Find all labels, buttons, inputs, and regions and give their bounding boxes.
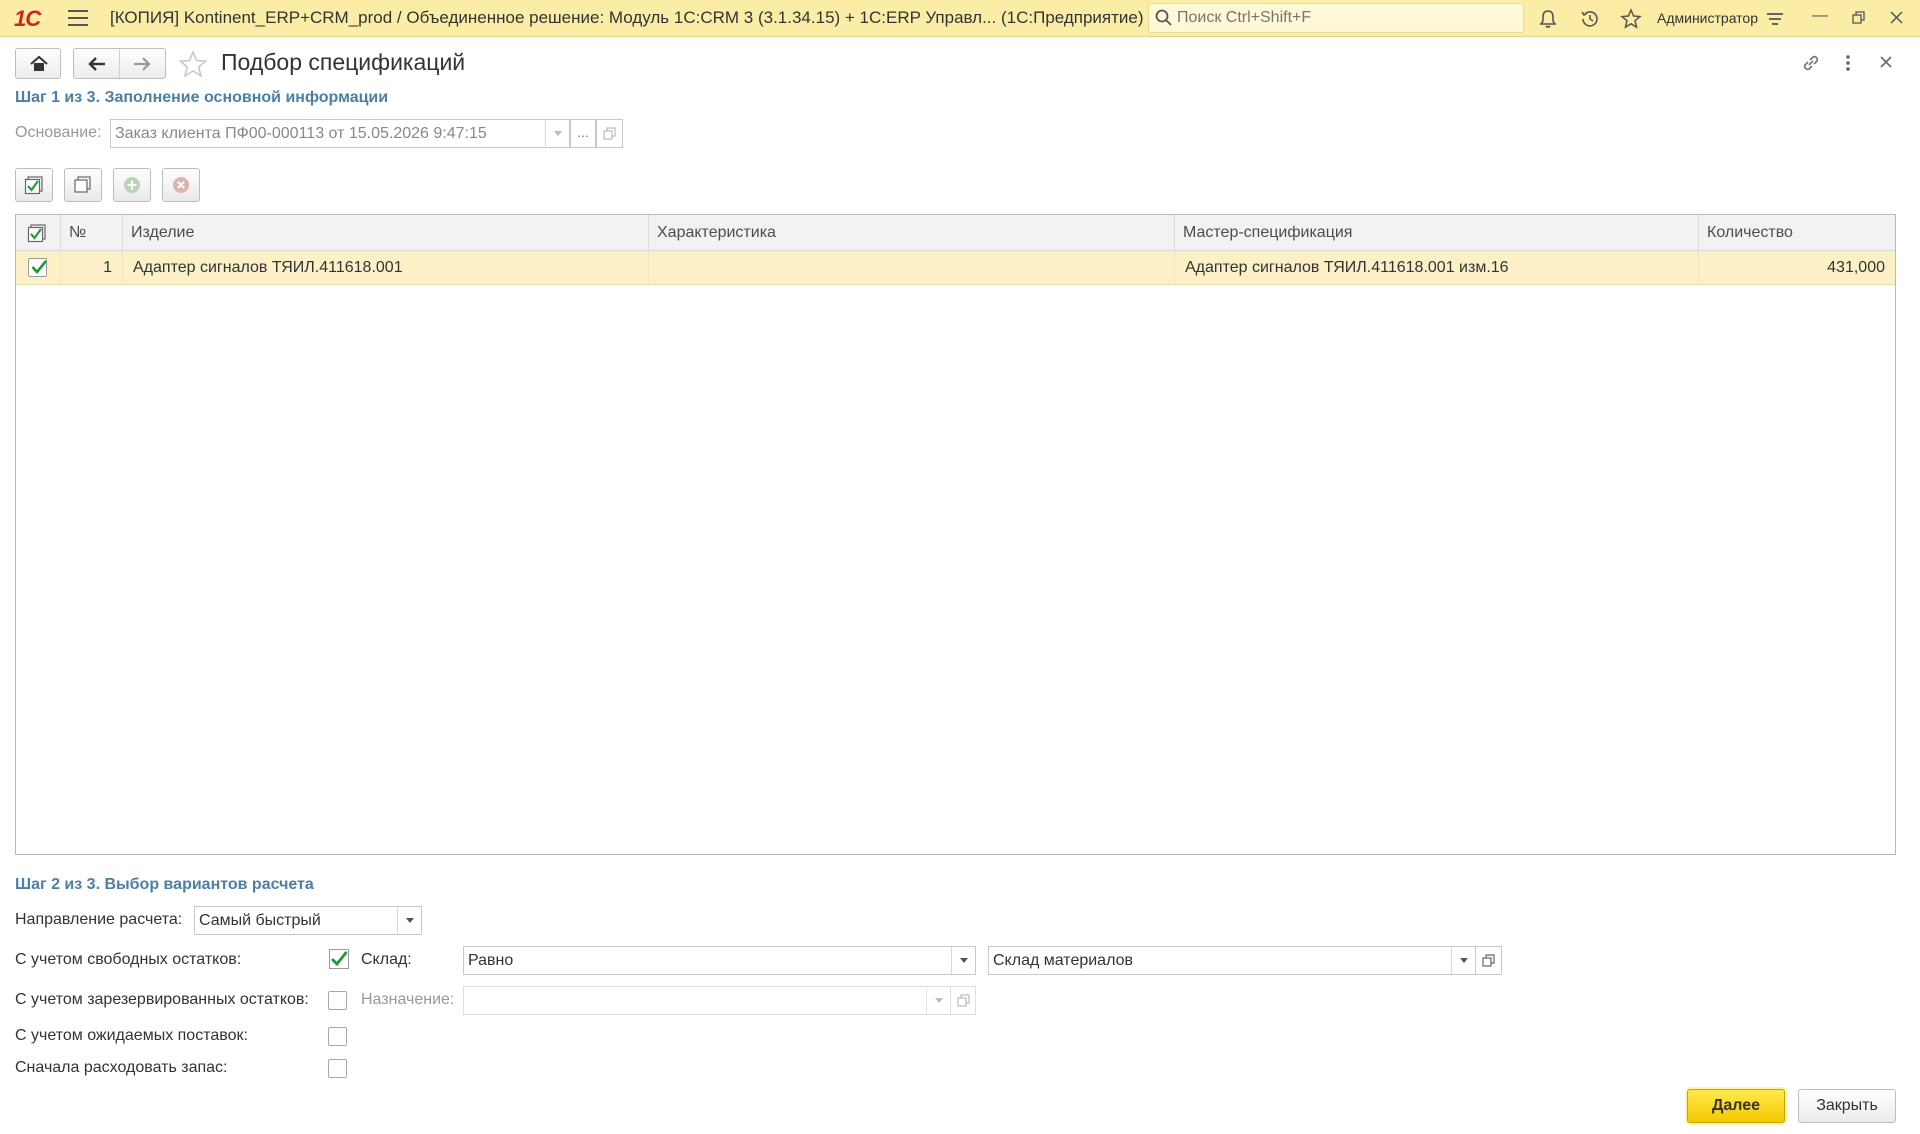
reserve-first-label: Сначала расходовать запас: — [15, 1059, 228, 1076]
open-icon — [956, 994, 970, 1007]
reserve-first-checkbox[interactable] — [328, 1059, 347, 1078]
close-window-icon[interactable] — [1890, 11, 1903, 24]
purpose-label: Назначение: — [361, 991, 455, 1008]
arrow-left-icon — [88, 57, 105, 71]
check-all-icon — [24, 176, 43, 195]
expected-checkbox[interactable] — [328, 1027, 347, 1046]
history-navigation — [73, 48, 166, 79]
uncheck-all-button[interactable] — [64, 168, 102, 202]
warehouse-condition-select[interactable]: Равно — [463, 946, 976, 975]
uncheck-all-icon — [74, 176, 91, 193]
checkmark-icon — [31, 260, 48, 274]
warehouse-dropdown[interactable] — [1451, 947, 1475, 974]
app-title: [КОПИЯ] Kontinent_ERP+CRM_prod / Объедин… — [110, 8, 1144, 27]
close-button[interactable]: Закрыть — [1798, 1089, 1896, 1123]
more-button-label: ... — [577, 123, 589, 140]
link-icon[interactable] — [1800, 52, 1822, 74]
forward-button[interactable] — [120, 49, 166, 78]
arrow-right-icon — [134, 57, 151, 71]
direction-value: Самый быстрый — [199, 912, 321, 929]
header-check-column[interactable] — [16, 215, 61, 251]
open-icon — [1482, 954, 1495, 967]
table-row[interactable]: 1 Адаптер сигналов ТЯИЛ.411618.001 Адапт… — [16, 251, 1895, 285]
warehouse-condition-value: Равно — [468, 952, 514, 969]
direction-select[interactable]: Самый быстрый — [194, 906, 422, 935]
restore-window-icon[interactable] — [1852, 11, 1866, 25]
add-circle-icon — [124, 177, 140, 193]
next-button[interactable]: Далее — [1687, 1089, 1785, 1123]
row-number-cell: 1 — [61, 251, 123, 285]
chevron-down-icon — [405, 918, 414, 923]
basis-open-button[interactable] — [596, 119, 623, 148]
header-master-spec[interactable]: Мастер-спецификация — [1175, 215, 1699, 251]
back-button[interactable] — [74, 49, 120, 78]
row-master-spec-cell[interactable]: Адаптер сигналов ТЯИЛ.411618.001 изм.16 — [1175, 251, 1699, 285]
free-stock-label: С учетом свободных остатков: — [15, 951, 242, 968]
close-form-icon[interactable] — [1880, 56, 1892, 68]
header-product[interactable]: Изделие — [123, 215, 649, 251]
delete-circle-icon — [173, 177, 189, 193]
basis-dropdown-button[interactable] — [545, 120, 569, 147]
search-input[interactable] — [1175, 7, 1515, 29]
basis-select-button[interactable]: ... — [570, 119, 596, 148]
warehouse-open-button[interactable] — [1475, 946, 1502, 975]
specifications-table: № Изделие Характеристика Мастер-специфик… — [15, 214, 1896, 855]
basis-field[interactable]: Заказ клиента ПФ00-000113 от 15.05.2026 … — [110, 119, 570, 148]
add-row-button[interactable] — [113, 168, 151, 202]
row-checkbox[interactable] — [28, 258, 48, 277]
warehouse-select[interactable]: Склад материалов — [988, 946, 1476, 975]
reserved-checkbox[interactable] — [328, 991, 347, 1010]
table-header: № Изделие Характеристика Мастер-специфик… — [16, 215, 1895, 251]
main-menu-icon[interactable] — [68, 10, 88, 26]
header-number[interactable]: № — [61, 215, 123, 251]
row-quantity-cell[interactable]: 431,000 — [1699, 251, 1895, 285]
chevron-down-icon — [959, 958, 968, 963]
global-search[interactable] — [1148, 3, 1524, 33]
current-user[interactable]: Администратор — [1657, 10, 1758, 26]
direction-dropdown-button[interactable] — [397, 907, 421, 934]
page-title: Подбор спецификаций — [221, 49, 466, 75]
basis-label: Основание: — [15, 124, 102, 141]
row-check-cell[interactable] — [16, 251, 61, 285]
direction-label: Направление расчета: — [15, 911, 183, 928]
settings-menu-icon[interactable] — [1764, 8, 1786, 30]
chevron-down-icon — [1459, 958, 1468, 963]
chevron-down-icon — [553, 131, 562, 136]
purpose-select[interactable] — [463, 986, 951, 1015]
purpose-dropdown[interactable] — [926, 987, 950, 1014]
search-icon — [1155, 9, 1172, 26]
notifications-bell-icon[interactable] — [1537, 8, 1559, 30]
checkmark-icon — [329, 949, 349, 969]
free-stock-checkbox[interactable] — [328, 949, 349, 969]
home-button[interactable] — [15, 48, 61, 79]
purpose-open-button[interactable] — [950, 986, 976, 1015]
minimize-window-icon[interactable]: — — [1812, 7, 1828, 25]
add-to-favorites-star-icon[interactable] — [178, 50, 208, 78]
delete-row-button[interactable] — [162, 168, 200, 202]
header-characteristic[interactable]: Характеристика — [649, 215, 1175, 251]
step2-title: Шаг 2 из 3. Выбор вариантов расчета — [15, 876, 314, 893]
warehouse-label: Склад: — [361, 951, 412, 968]
expected-label: С учетом ожидаемых поставок: — [15, 1027, 248, 1044]
history-icon[interactable] — [1579, 8, 1601, 30]
more-actions-icon[interactable] — [1844, 53, 1852, 73]
check-all-button[interactable] — [15, 168, 53, 202]
warehouse-value: Склад материалов — [993, 952, 1133, 969]
warehouse-condition-dropdown[interactable] — [951, 947, 975, 974]
header-quantity[interactable]: Количество — [1699, 215, 1895, 251]
basis-value: Заказ клиента ПФ00-000113 от 15.05.2026 … — [115, 125, 487, 142]
app-logo: 1С — [14, 6, 41, 31]
row-characteristic-cell[interactable] — [649, 251, 1175, 285]
app-titlebar: 1С [КОПИЯ] Kontinent_ERP+CRM_prod / Объе… — [0, 0, 1920, 37]
reserved-label: С учетом зарезервированных остатков: — [15, 991, 309, 1008]
chevron-down-icon — [934, 998, 943, 1003]
checkbox-header-icon — [27, 224, 46, 243]
row-product-cell[interactable]: Адаптер сигналов ТЯИЛ.411618.001 — [123, 251, 649, 285]
open-icon — [603, 127, 616, 140]
favorites-star-icon[interactable] — [1620, 8, 1642, 30]
home-icon — [30, 55, 48, 71]
step1-title: Шаг 1 из 3. Заполнение основной информац… — [15, 89, 389, 106]
